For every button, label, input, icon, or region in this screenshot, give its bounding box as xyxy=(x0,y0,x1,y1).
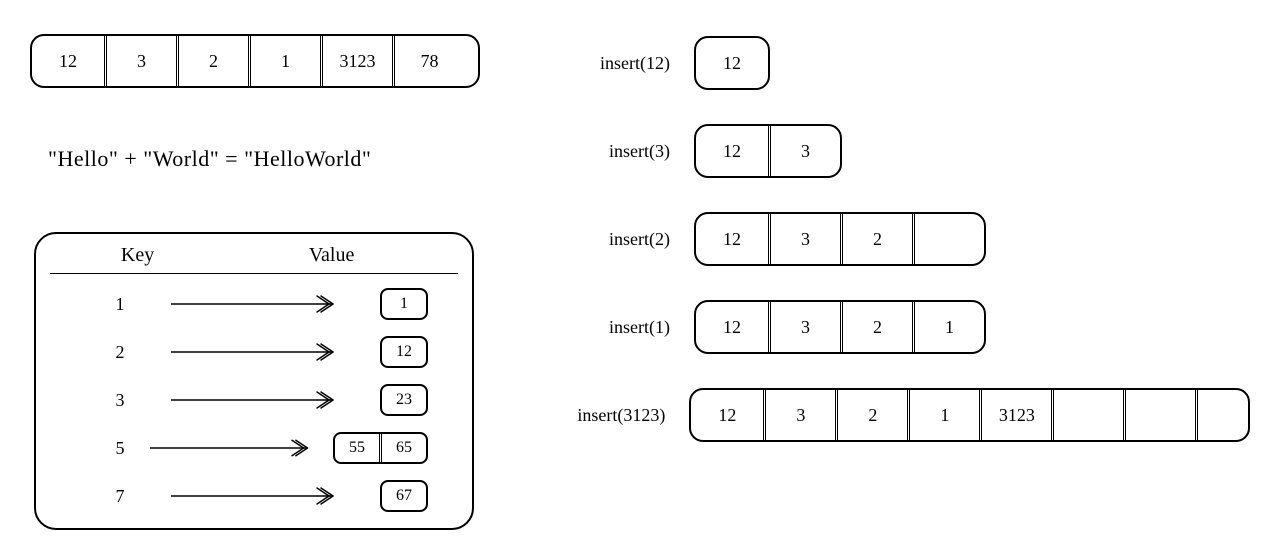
hash-arrow xyxy=(150,340,372,364)
hash-value-cell: 23 xyxy=(382,386,426,414)
arrow-right-icon xyxy=(150,388,372,412)
array-cell: 2 xyxy=(840,214,912,264)
insert-step-label: insert(3) xyxy=(530,141,670,162)
insert-step-label: insert(3123) xyxy=(530,405,665,426)
top-array: 12321312378 xyxy=(30,34,480,88)
hash-value-cell: 1 xyxy=(382,290,426,318)
arrow-right-icon xyxy=(150,340,372,364)
array-cell: 1 xyxy=(912,302,984,352)
insert-step-label: insert(1) xyxy=(530,317,670,338)
arrow-right-icon xyxy=(150,292,372,316)
array-cell: 2 xyxy=(835,390,907,440)
hash-table-rows: 1121232355565767 xyxy=(50,288,458,512)
array-cell: 12 xyxy=(696,38,768,88)
insert-step-array: 12 xyxy=(694,36,770,90)
hash-arrow xyxy=(150,292,372,316)
array-cell: 1 xyxy=(248,36,320,86)
insert-step-label: insert(2) xyxy=(530,229,670,250)
array-cell: 2 xyxy=(176,36,248,86)
hash-table-row: 3 23 xyxy=(50,384,458,416)
hash-key: 1 xyxy=(90,294,150,315)
hash-value-box: 12 xyxy=(380,336,428,368)
hash-value-cell: 55 xyxy=(335,434,379,462)
hash-value-cell: 65 xyxy=(379,434,426,462)
string-concat-equation: "Hello" + "World" = "HelloWorld" xyxy=(48,146,371,172)
insert-step-array: 123213123 xyxy=(689,388,1250,442)
insert-step: insert(1) 12321 xyxy=(530,300,1250,354)
array-cell: 12 xyxy=(696,126,768,176)
insert-step-label: insert(12) xyxy=(530,53,670,74)
hash-value-box: 23 xyxy=(380,384,428,416)
hash-table-row: 11 xyxy=(50,288,458,320)
hash-table-row: 2 12 xyxy=(50,336,458,368)
eq-op-equals: = xyxy=(225,146,238,171)
hash-key: 7 xyxy=(90,486,150,507)
arrow-right-icon xyxy=(150,484,372,508)
array-cell-empty xyxy=(1051,390,1123,440)
array-cell-empty xyxy=(1195,390,1250,440)
array-cell: 3 xyxy=(763,390,835,440)
insert-step-array: 123 xyxy=(694,124,842,178)
eq-rhs: "HelloWorld" xyxy=(244,146,371,171)
hash-value-box: 1 xyxy=(380,288,428,320)
diagram-root: 12321312378 "Hello" + "World" = "HelloWo… xyxy=(20,16,1246,536)
eq-lhs1: "Hello" xyxy=(48,146,118,171)
array-cell-empty xyxy=(912,214,984,264)
hash-key: 2 xyxy=(90,342,150,363)
array-cell: 78 xyxy=(392,36,464,86)
top-array-container: 12321312378 xyxy=(30,34,480,88)
eq-lhs2: "World" xyxy=(143,146,219,171)
hash-table-container: Key Value 1121232355565767 xyxy=(34,232,474,530)
hash-arrow xyxy=(150,436,325,460)
eq-op-plus: + xyxy=(124,146,137,171)
hash-table-header: Key Value xyxy=(50,244,458,274)
hash-value-cell: 67 xyxy=(382,482,426,510)
insert-step: insert(12) 12 xyxy=(530,36,1250,90)
hash-key: 3 xyxy=(90,390,150,411)
insert-step: insert(3) 123 xyxy=(530,124,1250,178)
hash-table: Key Value 1121232355565767 xyxy=(34,232,474,530)
hash-key: 5 xyxy=(90,438,150,459)
array-cell: 2 xyxy=(840,302,912,352)
array-cell: 12 xyxy=(696,302,768,352)
hash-table-row: 7 67 xyxy=(50,480,458,512)
array-cell-empty xyxy=(1123,390,1195,440)
array-cell: 12 xyxy=(696,214,768,264)
array-cell: 12 xyxy=(691,390,763,440)
header-key-label: Key xyxy=(60,244,215,267)
hash-arrow xyxy=(150,388,372,412)
array-cell: 3123 xyxy=(979,390,1051,440)
insert-step: insert(3123) 123213123 xyxy=(530,388,1250,442)
insert-steps-column: insert(12)12insert(3)123insert(2)1232ins… xyxy=(530,36,1250,476)
hash-arrow xyxy=(150,484,372,508)
array-cell: 3 xyxy=(768,302,840,352)
hash-value-cell: 12 xyxy=(382,338,426,366)
insert-step-array: 12321 xyxy=(694,300,986,354)
hash-value-box: 5565 xyxy=(333,432,428,464)
array-cell: 12 xyxy=(32,36,104,86)
array-cell: 3 xyxy=(768,214,840,264)
insert-step: insert(2) 1232 xyxy=(530,212,1250,266)
hash-value-box: 67 xyxy=(380,480,428,512)
hash-table-row: 55565 xyxy=(50,432,458,464)
array-cell: 3 xyxy=(768,126,840,176)
header-value-label: Value xyxy=(215,244,448,267)
array-cell: 1 xyxy=(907,390,979,440)
insert-step-array: 1232 xyxy=(694,212,986,266)
array-cell: 3 xyxy=(104,36,176,86)
array-cell: 3123 xyxy=(320,36,392,86)
arrow-right-icon xyxy=(150,436,325,460)
